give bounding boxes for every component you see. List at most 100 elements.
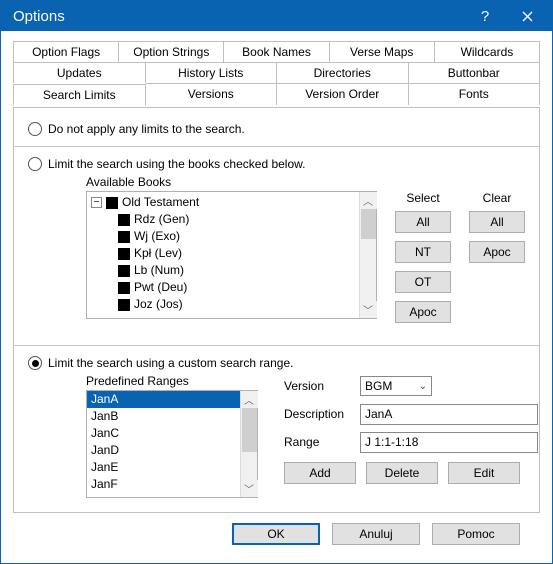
tree-item-label: Wj (Exo) — [134, 228, 180, 245]
tree-root-row[interactable]: − Old Testament — [91, 194, 359, 211]
chevron-down-icon: ⌄ — [419, 381, 427, 392]
ranges-scrollbar[interactable]: ︿ ﹀ — [240, 391, 257, 497]
ok-button[interactable]: OK — [232, 523, 320, 545]
title-bar: Options ? — [1, 1, 552, 31]
version-select[interactable]: BGM ⌄ — [360, 376, 432, 396]
collapse-icon[interactable]: − — [91, 197, 102, 208]
books-scrollbar[interactable]: ︿ ﹀ — [359, 192, 376, 318]
description-label: Description — [284, 407, 360, 421]
version-value: BGM — [365, 379, 392, 393]
predefined-col: Predefined Ranges JanA JanB JanC JanD Ja… — [86, 374, 258, 498]
tree-item[interactable]: Joz (Jos) — [91, 296, 359, 313]
list-item[interactable]: JanA — [87, 391, 240, 408]
radio-custom[interactable] — [28, 356, 42, 370]
tab-version-order[interactable]: Version Order — [277, 83, 409, 105]
checkbox-icon[interactable] — [106, 197, 118, 209]
list-item[interactable]: JanF — [87, 476, 240, 493]
radio-no-limits[interactable] — [28, 122, 42, 136]
window-title: Options — [13, 8, 464, 25]
list-item[interactable]: JanC — [87, 425, 240, 442]
custom-range-area: Predefined Ranges JanA JanB JanC JanD Ja… — [28, 374, 525, 498]
tab-updates[interactable]: Updates — [13, 62, 146, 83]
checkbox-icon[interactable] — [118, 231, 130, 243]
tree-item-label: Lb (Num) — [134, 262, 184, 279]
list-item[interactable]: JanD — [87, 442, 240, 459]
select-ot-button[interactable]: OT — [395, 271, 451, 293]
checkbox-icon[interactable] — [118, 282, 130, 294]
books-tree[interactable]: − Old Testament Rdz (Gen) Wj (Exo) Kpł (… — [86, 191, 377, 319]
radio-books-label: Limit the search using the books checked… — [48, 157, 305, 171]
version-label: Version — [284, 379, 360, 393]
select-all-button[interactable]: All — [395, 211, 451, 233]
select-heading: Select — [395, 191, 451, 205]
select-clear-columns: Select All NT OT Apoc Clear All Apoc — [395, 191, 525, 331]
radio-custom-row[interactable]: Limit the search using a custom search r… — [28, 356, 525, 370]
tree-item[interactable]: Lb (Num) — [91, 262, 359, 279]
select-nt-button[interactable]: NT — [395, 241, 451, 263]
clear-all-button[interactable]: All — [469, 211, 525, 233]
tab-buttonbar[interactable]: Buttonbar — [409, 62, 541, 83]
radio-no-limits-row[interactable]: Do not apply any limits to the search. — [28, 122, 525, 136]
clear-column: Clear All Apoc — [469, 191, 525, 331]
tab-wildcards[interactable]: Wildcards — [435, 41, 540, 62]
tab-row-1: Option Flags Option Strings Book Names V… — [13, 41, 540, 62]
delete-button[interactable]: Delete — [366, 462, 438, 484]
range-input[interactable]: J 1:1-1:18 — [360, 432, 538, 453]
add-button[interactable]: Add — [284, 462, 356, 484]
range-fields-col: Version BGM ⌄ Description JanA Range J 1… — [284, 374, 538, 498]
tab-book-names[interactable]: Book Names — [224, 41, 329, 62]
tab-body-search-limits: Do not apply any limits to the search. L… — [13, 107, 540, 513]
help-button[interactable]: Pomoc — [432, 523, 520, 545]
tab-directories[interactable]: Directories — [277, 62, 409, 83]
predefined-ranges-list[interactable]: JanA JanB JanC JanD JanE JanF ︿ ﹀ — [86, 390, 258, 498]
list-item[interactable]: JanB — [87, 408, 240, 425]
edit-button[interactable]: Edit — [448, 462, 520, 484]
tab-option-strings[interactable]: Option Strings — [119, 41, 224, 62]
checkbox-icon[interactable] — [118, 214, 130, 226]
checkbox-icon[interactable] — [118, 248, 130, 260]
tab-option-flags[interactable]: Option Flags — [13, 41, 119, 62]
close-button[interactable] — [506, 2, 548, 30]
checkbox-icon[interactable] — [118, 265, 130, 277]
tab-row-2: Updates History Lists Directories Button… — [13, 62, 540, 83]
tab-history-lists[interactable]: History Lists — [146, 62, 278, 83]
clear-apoc-button[interactable]: Apoc — [469, 241, 525, 263]
scroll-down-icon[interactable]: ﹀ — [241, 480, 258, 497]
tree-item[interactable]: Pwt (Deu) — [91, 279, 359, 296]
tab-versions[interactable]: Versions — [146, 83, 278, 105]
cancel-button[interactable]: Anuluj — [332, 523, 420, 545]
separator-2 — [14, 345, 539, 346]
tab-strip: Option Flags Option Strings Book Names V… — [13, 41, 540, 105]
books-tree-content: − Old Testament Rdz (Gen) Wj (Exo) Kpł (… — [87, 192, 359, 318]
help-titlebar-button[interactable]: ? — [464, 2, 506, 30]
tab-row-3: Search Limits Versions Version Order Fon… — [13, 83, 540, 105]
separator-1 — [14, 146, 539, 147]
tree-item-label: Rdz (Gen) — [134, 211, 189, 228]
scroll-up-icon[interactable]: ︿ — [360, 192, 377, 209]
radio-books[interactable] — [28, 157, 42, 171]
client-area: Option Flags Option Strings Book Names V… — [1, 31, 552, 563]
scroll-thumb[interactable] — [361, 209, 376, 239]
tree-item-label: Kpł (Lev) — [134, 245, 182, 262]
tab-search-limits[interactable]: Search Limits — [13, 84, 146, 106]
tree-root-label: Old Testament — [122, 194, 199, 211]
radio-custom-label: Limit the search using a custom search r… — [48, 356, 293, 370]
scroll-thumb[interactable] — [242, 408, 257, 452]
checkbox-icon[interactable] — [118, 299, 130, 311]
radio-no-limits-label: Do not apply any limits to the search. — [48, 122, 245, 136]
description-input[interactable]: JanA — [360, 404, 538, 425]
list-item[interactable]: JanE — [87, 459, 240, 476]
radio-books-row[interactable]: Limit the search using the books checked… — [28, 157, 525, 171]
scroll-up-icon[interactable]: ︿ — [241, 391, 258, 408]
select-apoc-button[interactable]: Apoc — [395, 301, 451, 323]
tab-verse-maps[interactable]: Verse Maps — [330, 41, 435, 62]
tree-item[interactable]: Wj (Exo) — [91, 228, 359, 245]
tab-fonts[interactable]: Fonts — [409, 83, 541, 105]
range-label: Range — [284, 435, 360, 449]
tree-item[interactable]: Rdz (Gen) — [91, 211, 359, 228]
scroll-down-icon[interactable]: ﹀ — [360, 301, 377, 318]
options-dialog: Options ? Option Flags Option Strings Bo… — [0, 0, 553, 564]
tree-item[interactable]: Kpł (Lev) — [91, 245, 359, 262]
close-icon — [522, 11, 533, 22]
available-books-label: Available Books — [86, 175, 525, 189]
